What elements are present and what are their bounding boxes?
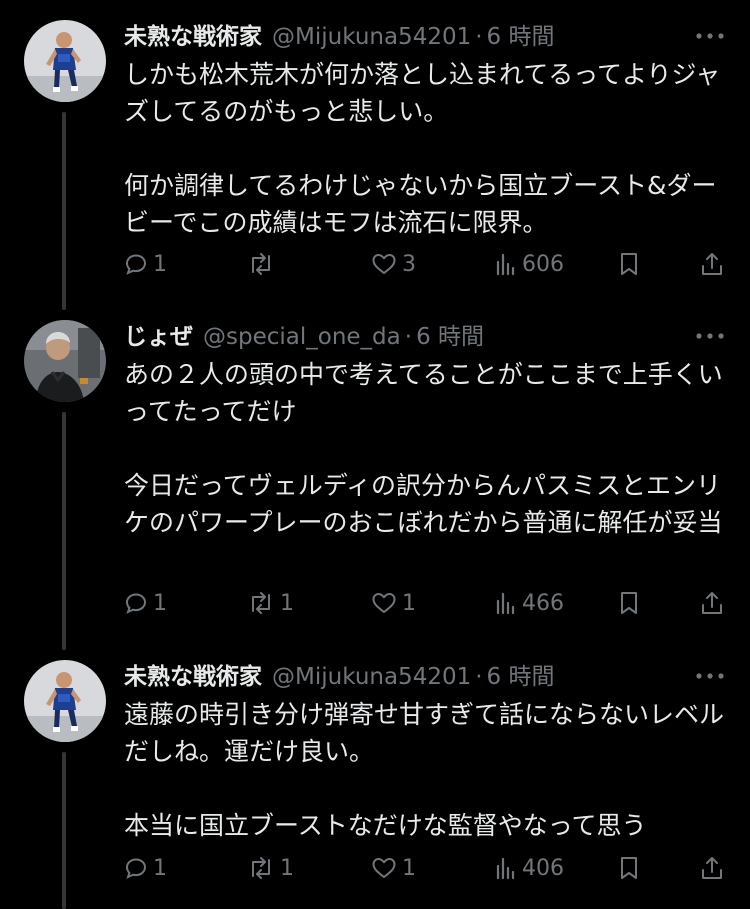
views-button[interactable]: 606	[495, 249, 564, 279]
views-button[interactable]: 466	[495, 588, 564, 618]
thread-line	[62, 112, 66, 310]
heart-icon	[372, 858, 396, 878]
more-options-button[interactable]	[690, 324, 730, 348]
bookmark-icon	[621, 592, 637, 614]
separator-dot: ·	[475, 664, 483, 690]
bookmark-button[interactable]	[618, 588, 640, 618]
tweet-paragraph: 本当に国立ブーストなだけな監督やなって思う	[124, 811, 647, 840]
avatar[interactable]	[24, 660, 106, 742]
retweet-icon	[252, 857, 270, 879]
retweet-icon	[252, 592, 270, 614]
tweet-header: じょぜ @special_one_da · 6 時間	[124, 320, 484, 354]
view-count: 406	[522, 855, 564, 881]
tweet-text: しかも松木荒木が何か落とし込まれてるってよりジャズしてるのがもっと悲しい。 何か…	[124, 56, 724, 241]
retweet-count: 1	[280, 855, 294, 881]
more-options-button[interactable]	[690, 24, 730, 48]
reply-button[interactable]: 1	[124, 853, 167, 883]
share-button[interactable]	[700, 249, 724, 279]
soccer-player-avatar-icon	[24, 660, 106, 742]
reply-icon	[125, 858, 147, 879]
separator-dot: ·	[404, 324, 413, 350]
tweet-header: 未熟な戦術家 @Mijukuna54201 · 6 時間	[124, 660, 555, 694]
tweet-paragraph: 何か調律してるわけじゃないから国立ブースト&ダービーでこの成績はモフは流石に限界…	[124, 171, 717, 237]
views-icon	[496, 857, 515, 880]
share-icon	[702, 857, 722, 879]
reply-count: 1	[153, 590, 167, 616]
heart-icon	[372, 593, 396, 613]
timeline-feed: 未熟な戦術家 @Mijukuna54201 · 6 時間 しかも松木荒木が何か落…	[0, 0, 750, 909]
views-button[interactable]: 406	[495, 853, 564, 883]
share-button[interactable]	[700, 588, 724, 618]
bookmark-icon	[621, 253, 637, 275]
avatar[interactable]	[24, 20, 106, 102]
more-icon	[696, 673, 724, 679]
display-name[interactable]: じょぜ	[124, 320, 193, 354]
more-options-button[interactable]	[690, 664, 730, 688]
views-icon	[496, 253, 515, 276]
tweet-paragraph: 遠藤の時引き分け弾寄せ甘すぎて話にならないレベルだしね。運だけ良い。	[124, 700, 725, 766]
like-count: 3	[402, 251, 416, 277]
display-name[interactable]: 未熟な戦術家	[124, 20, 262, 54]
retweet-button[interactable]: 1	[247, 853, 294, 883]
heart-icon	[372, 254, 396, 274]
reply-icon	[125, 593, 147, 614]
display-name[interactable]: 未熟な戦術家	[124, 660, 262, 694]
tweet-paragraph: しかも松木荒木が何か落とし込まれてるってよりジャズしてるのがもっと悲しい。	[124, 60, 721, 126]
like-count: 1	[402, 855, 416, 881]
timestamp[interactable]: 6 時間	[487, 660, 555, 694]
like-button[interactable]: 1	[371, 853, 416, 883]
avatar[interactable]	[24, 320, 106, 402]
views-icon	[496, 592, 515, 615]
view-count: 606	[522, 251, 564, 277]
more-icon	[696, 333, 724, 339]
tweet-actions: 1 1 1 406	[0, 853, 750, 883]
bookmark-button[interactable]	[618, 249, 640, 279]
view-count: 466	[522, 590, 564, 616]
coach-avatar-icon	[24, 320, 106, 402]
user-handle[interactable]: @Mijukuna54201	[272, 20, 471, 54]
reply-button[interactable]: 1	[124, 249, 167, 279]
more-icon	[696, 33, 724, 39]
reply-button[interactable]: 1	[124, 588, 167, 618]
tweet-actions: 1 1 1 466	[0, 588, 750, 618]
like-button[interactable]: 1	[371, 588, 416, 618]
thread-line	[62, 752, 66, 909]
share-icon	[702, 592, 722, 614]
bookmark-button[interactable]	[618, 853, 640, 883]
tweet-2[interactable]: じょぜ @special_one_da · 6 時間 あの２人の頭の中で考えてる…	[0, 320, 750, 650]
tweet-paragraph: 今日だってヴェルディの訳分からんパスミスとエンリケのパワープレーのおこぼれだから…	[124, 471, 723, 537]
retweet-button[interactable]	[247, 249, 280, 279]
reply-count: 1	[153, 251, 167, 277]
retweet-count: 1	[280, 590, 294, 616]
reply-icon	[125, 254, 147, 275]
share-icon	[702, 253, 722, 275]
retweet-button[interactable]: 1	[247, 588, 294, 618]
tweet-text: 遠藤の時引き分け弾寄せ甘すぎて話にならないレベルだしね。運だけ良い。 本当に国立…	[124, 696, 724, 844]
tweet-text: あの２人の頭の中で考えてることがここまで上手くいってたってだけ 今日だってヴェル…	[124, 356, 724, 541]
tweet-actions: 1 3 606	[0, 249, 750, 279]
user-handle[interactable]: @Mijukuna54201	[272, 660, 471, 694]
tweet-paragraph: あの２人の頭の中で考えてることがここまで上手くいってたってだけ	[124, 360, 723, 426]
timestamp[interactable]: 6 時間	[416, 320, 484, 354]
share-button[interactable]	[700, 853, 724, 883]
like-button[interactable]: 3	[371, 249, 416, 279]
separator-dot: ·	[475, 24, 483, 50]
like-count: 1	[402, 590, 416, 616]
reply-count: 1	[153, 855, 167, 881]
tweet-1[interactable]: 未熟な戦術家 @Mijukuna54201 · 6 時間 しかも松木荒木が何か落…	[0, 20, 750, 310]
user-handle[interactable]: @special_one_da	[203, 320, 401, 354]
timestamp[interactable]: 6 時間	[487, 20, 555, 54]
tweet-header: 未熟な戦術家 @Mijukuna54201 · 6 時間	[124, 20, 555, 54]
soccer-player-avatar-icon	[24, 20, 106, 102]
bookmark-icon	[621, 857, 637, 879]
retweet-icon	[252, 253, 270, 275]
tweet-3[interactable]: 未熟な戦術家 @Mijukuna54201 · 6 時間 遠藤の時引き分け弾寄せ…	[0, 660, 750, 909]
